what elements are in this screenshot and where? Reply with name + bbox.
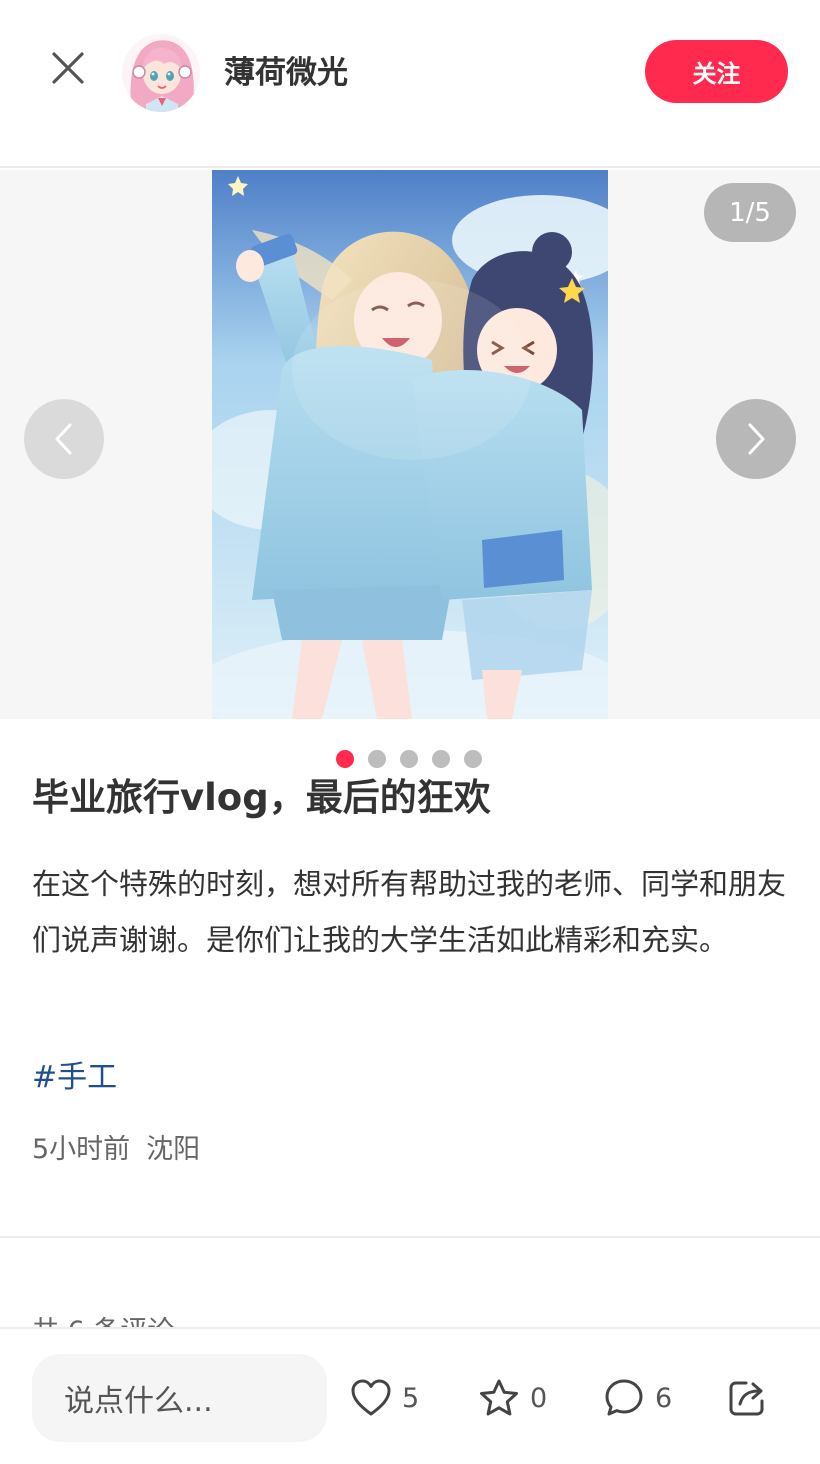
post-meta: 5小时前 沈阳: [32, 1128, 200, 1172]
comment-count: 6: [655, 1382, 673, 1414]
username[interactable]: 薄荷微光: [224, 52, 348, 94]
post-location: 沈阳: [146, 1134, 201, 1165]
like-count: 5: [402, 1382, 420, 1414]
favorite-count: 0: [530, 1382, 548, 1414]
comment-input[interactable]: 说点什么...: [32, 1354, 327, 1442]
previous-image-button[interactable]: [24, 399, 104, 479]
post-body: 在这个特殊的时刻，想对所有帮助过我的老师、同学和朋友们说声谢谢。是你们让我的大学…: [32, 867, 787, 957]
avatar[interactable]: [122, 34, 200, 112]
favorite-button[interactable]: 0: [478, 1373, 547, 1423]
post-time: 5小时前: [32, 1134, 131, 1165]
bottom-action-bar: 说点什么... 5 0 6: [0, 1327, 820, 1464]
page-counter: 1/5: [704, 183, 796, 242]
pagination-dot[interactable]: [368, 750, 386, 768]
heart-icon: [351, 1379, 391, 1416]
comment-bubble-icon: [605, 1379, 643, 1416]
share-button[interactable]: [726, 1373, 768, 1423]
star-icon: [480, 1379, 518, 1416]
chevron-left-icon: [55, 423, 72, 455]
next-image-button[interactable]: [716, 399, 796, 479]
follow-button[interactable]: 关注: [645, 40, 788, 103]
post-detail-page: 薄荷微光 关注 1/5 毕业旅行vlog，最后的狂欢 在这个特殊的时刻，想对所有…: [0, 0, 820, 1464]
pagination-dot-active[interactable]: [336, 750, 354, 768]
close-icon: [52, 52, 84, 84]
close-button[interactable]: [44, 44, 92, 92]
post-image[interactable]: [212, 170, 608, 719]
pagination-dot[interactable]: [464, 750, 482, 768]
like-button[interactable]: 5: [350, 1373, 419, 1423]
pagination-dot[interactable]: [432, 750, 450, 768]
chevron-right-icon: [748, 423, 765, 455]
pagination-dots: [336, 749, 482, 769]
image-gallery[interactable]: 1/5: [0, 170, 820, 719]
post-title: 毕业旅行vlog，最后的狂欢: [32, 776, 491, 819]
post-tag[interactable]: #手工: [32, 1056, 117, 1100]
header: 薄荷微光 关注: [0, 0, 820, 168]
comment-button[interactable]: 6: [603, 1373, 672, 1423]
share-icon: [729, 1381, 764, 1416]
pagination-dot[interactable]: [400, 750, 418, 768]
divider: [0, 1236, 820, 1238]
